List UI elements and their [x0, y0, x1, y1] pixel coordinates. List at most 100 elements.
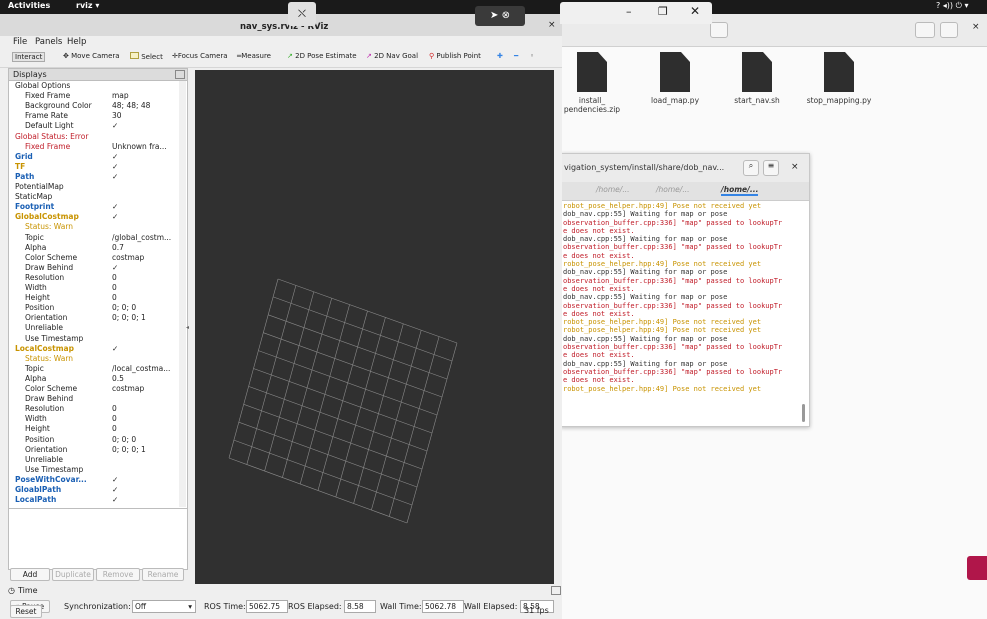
ros-elapsed-field[interactable]: 8.58	[344, 600, 376, 613]
tree-row[interactable]: LocalCostmap ✓	[9, 344, 179, 354]
tree-row[interactable]: Fixed Frame map	[9, 91, 179, 101]
cast-toolbar[interactable]: ➤ ⊗	[475, 6, 525, 26]
tool-measure[interactable]: ═Measure	[237, 52, 271, 60]
add-tool-icon[interactable]: ✚	[497, 52, 503, 60]
tree-row[interactable]: Height 0	[9, 293, 179, 303]
close-icon[interactable]: ×	[972, 22, 980, 32]
tree-row[interactable]: Color Scheme costmap	[9, 384, 179, 394]
tree-row[interactable]: Topic/local_costma...	[9, 364, 179, 374]
remove-tool-icon[interactable]: ━	[514, 52, 518, 60]
tree-row[interactable]: Footprint ✓	[9, 202, 179, 212]
menu-help[interactable]: Help	[67, 37, 86, 47]
tool-2d-pose-estimate[interactable]: ↗ 2D Pose Estimate	[287, 52, 357, 60]
tree-row[interactable]: Background Color 48; 48; 48	[9, 101, 179, 111]
tree-row[interactable]: Orientation 0; 0; 0; 1	[9, 313, 179, 323]
tree-row[interactable]: Width 0	[9, 283, 179, 293]
tree-row[interactable]: Draw Behind ✓	[9, 263, 179, 273]
tree-row[interactable]: Frame Rate 30	[9, 111, 179, 121]
menu-icon[interactable]: ≡	[763, 160, 779, 176]
tree-row[interactable]: Fixed Frame Unknown fra...	[9, 142, 179, 152]
activities-button[interactable]: Activities	[8, 1, 50, 10]
tree-row[interactable]: Unreliable	[9, 323, 179, 333]
tree-row[interactable]: Alpha 0.7	[9, 243, 179, 253]
undock-icon[interactable]	[551, 586, 561, 595]
tree-row[interactable]: Position 0; 0; 0	[9, 303, 179, 313]
close-icon[interactable]: ×	[791, 162, 799, 172]
menu-panels[interactable]: Panels	[35, 37, 62, 47]
chevron-down-icon: ▾	[188, 602, 192, 611]
tree-row[interactable]: Color Scheme costmap	[9, 253, 179, 263]
wall-time-field[interactable]: 5062.78	[422, 600, 464, 613]
3d-view[interactable]	[195, 70, 554, 584]
terminal-scrollbar[interactable]	[802, 404, 805, 422]
undock-icon[interactable]	[175, 70, 185, 79]
system-indicators[interactable]: ? ◂)) ⏻ ▾	[936, 1, 968, 11]
tree-row[interactable]: GlobalCostmap ✓	[9, 212, 179, 222]
tree-row[interactable]: PotentialMap	[9, 182, 179, 192]
tree-row[interactable]: Grid ✓	[9, 152, 179, 162]
close-icon[interactable]: ×	[548, 20, 556, 30]
tree-row[interactable]: Resolution 0	[9, 404, 179, 414]
tree-row[interactable]: Status: Warn	[9, 222, 179, 232]
tree-row[interactable]: Use Timestamp	[9, 334, 179, 344]
tool-publish-point[interactable]: ⚲ Publish Point	[429, 52, 481, 60]
tree-row[interactable]: Orientation 0; 0; 0; 1	[9, 445, 179, 455]
search-icon[interactable]	[710, 22, 728, 38]
tool-options-icon[interactable]: ◦	[530, 52, 534, 60]
file-item[interactable]: stop_mapping.py	[794, 52, 884, 105]
file-item[interactable]: start_nav.sh	[712, 52, 802, 105]
tree-key: Height	[25, 424, 50, 434]
tool-2d-nav-goal[interactable]: ↗ 2D Nav Goal	[366, 52, 418, 60]
tree-row[interactable]: Height 0	[9, 424, 179, 434]
tree-row[interactable]: LocalPath ✓	[9, 495, 179, 505]
tree-row[interactable]: GloablPath ✓	[9, 485, 179, 495]
rename-button[interactable]: Rename	[142, 568, 184, 581]
maximize-icon[interactable]: ❐	[658, 5, 668, 18]
app-menu[interactable]: rviz ▾	[76, 1, 99, 10]
tree-row[interactable]: StaticMap	[9, 192, 179, 202]
add-button[interactable]: Add	[10, 568, 50, 581]
sync-select[interactable]: Off ▾	[132, 600, 196, 613]
tree-scrollbar[interactable]	[179, 81, 186, 507]
tree-row[interactable]: Status: Warn	[9, 354, 179, 364]
reset-button[interactable]: Reset	[10, 605, 42, 618]
tool-interact[interactable]: Interact	[12, 52, 46, 62]
tab-1[interactable]: /home/...	[596, 185, 629, 194]
tool-focus-camera[interactable]: ✛Focus Camera	[172, 52, 228, 60]
remove-button[interactable]: Remove	[96, 568, 140, 581]
focus-camera-label: Focus Camera	[177, 52, 228, 60]
tree-value: ✓	[112, 171, 119, 181]
close-icon[interactable]: ✕	[690, 4, 700, 18]
file-item[interactable]: load_map.py	[630, 52, 720, 105]
splitter-handle[interactable]: ◂	[186, 324, 189, 331]
menu-icon[interactable]	[940, 22, 958, 38]
tree-row[interactable]: PoseWithCovar... ✓	[9, 475, 179, 485]
tree-row[interactable]: Draw Behind	[9, 394, 179, 404]
duplicate-button[interactable]: Duplicate	[52, 568, 94, 581]
tab-3[interactable]: /home/...	[721, 185, 759, 196]
minimize-icon[interactable]: –	[626, 5, 632, 18]
view-toggle-icon[interactable]	[915, 22, 935, 38]
tool-select[interactable]: Select	[130, 52, 163, 61]
tree-row[interactable]: Global Status: Error	[9, 132, 179, 142]
tree-row[interactable]: TF ✓	[9, 162, 179, 172]
tree-row[interactable]: Topic/global_costm...	[9, 233, 179, 243]
menu-file[interactable]: File	[13, 37, 27, 47]
search-icon[interactable]: ⌕	[743, 160, 759, 176]
ros-time-field[interactable]: 5062.75	[246, 600, 288, 613]
tree-row[interactable]: Use Timestamp	[9, 465, 179, 475]
tree-row[interactable]: Global Options	[9, 81, 179, 91]
tree-row[interactable]: Unreliable	[9, 455, 179, 465]
tree-key: Unreliable	[25, 323, 63, 333]
terminal-output[interactable]: robot_pose_helper.hpp:49] Pose not recei…	[563, 202, 801, 422]
tree-row[interactable]: Resolution 0	[9, 273, 179, 283]
tree-row[interactable]: Alpha 0.5	[9, 374, 179, 384]
tree-row[interactable]: Path ✓	[9, 172, 179, 182]
screenshot-toolbar-icon[interactable]: ⛌	[288, 2, 316, 26]
tree-row[interactable]: Position 0; 0; 0	[9, 435, 179, 445]
tree-row[interactable]: Default Light ✓	[9, 121, 179, 131]
tree-row[interactable]: Width 0	[9, 414, 179, 424]
tab-2[interactable]: /home/...	[656, 185, 689, 194]
app-notification-icon[interactable]	[967, 556, 987, 580]
tool-move-camera[interactable]: ✥ Move Camera	[63, 52, 120, 60]
